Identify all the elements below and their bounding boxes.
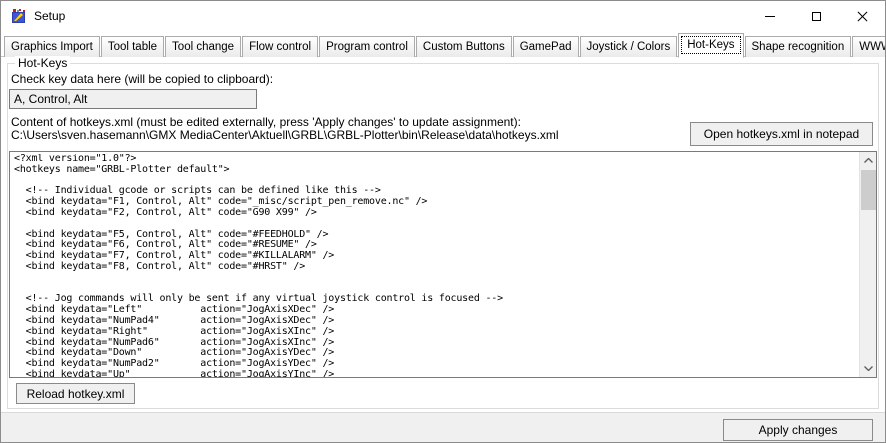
tabs: Graphics Import Tool table Tool change F…: [4, 33, 886, 57]
bottom-bar: Apply changes: [1, 412, 885, 442]
groupbox-title: Hot-Keys: [15, 56, 70, 70]
tab-www-links[interactable]: WWW Links: [852, 36, 886, 57]
window-title: Setup: [34, 1, 65, 31]
open-notepad-button[interactable]: Open hotkeys.xml in notepad: [690, 122, 873, 146]
window-controls: [747, 1, 885, 31]
hotkeys-xml-content: <?xml version="1.0"?> <hotkeys name="GRB…: [14, 154, 858, 377]
content-description-label: Content of hotkeys.xml (must be edited e…: [11, 115, 521, 129]
titlebar: Setup: [1, 1, 885, 31]
apply-changes-button[interactable]: Apply changes: [723, 419, 873, 441]
tab-joystick-colors[interactable]: Joystick / Colors: [580, 36, 678, 57]
tab-hot-keys[interactable]: Hot-Keys: [678, 33, 743, 58]
tabstrip: Graphics Import Tool table Tool change F…: [3, 32, 883, 57]
vertical-scrollbar[interactable]: [859, 152, 876, 377]
tab-shape-recognition[interactable]: Shape recognition: [745, 36, 852, 57]
scroll-up-icon[interactable]: [860, 152, 877, 169]
close-icon: [857, 11, 868, 22]
hotkeys-file-path: C:\Users\sven.hasemann\GMX MediaCenter\A…: [11, 128, 559, 142]
tab-custom-buttons[interactable]: Custom Buttons: [416, 36, 512, 57]
check-key-label: Check key data here (will be copied to c…: [11, 72, 273, 86]
hotkeys-xml-textbox[interactable]: <?xml version="1.0"?> <hotkeys name="GRB…: [9, 151, 877, 378]
tab-tool-table[interactable]: Tool table: [101, 36, 164, 57]
maximize-button[interactable]: [793, 1, 839, 31]
app-icon: [11, 8, 27, 24]
tab-program-control[interactable]: Program control: [319, 36, 415, 57]
minimize-button[interactable]: [747, 1, 793, 31]
maximize-icon: [812, 12, 821, 21]
close-button[interactable]: [839, 1, 885, 31]
tab-gamepad[interactable]: GamePad: [513, 36, 579, 57]
tab-graphics-import[interactable]: Graphics Import: [4, 36, 100, 57]
reload-hotkey-button[interactable]: Reload hotkey.xml: [16, 383, 135, 404]
key-check-input[interactable]: A, Control, Alt: [9, 89, 257, 109]
scrollbar-thumb[interactable]: [861, 170, 876, 210]
setup-window: Setup Graphics Import Tool table Tool ch…: [0, 0, 886, 443]
tab-tool-change[interactable]: Tool change: [165, 36, 241, 57]
minimize-icon: [765, 16, 775, 17]
scroll-down-icon[interactable]: [860, 360, 877, 377]
tab-flow-control[interactable]: Flow control: [242, 36, 318, 57]
